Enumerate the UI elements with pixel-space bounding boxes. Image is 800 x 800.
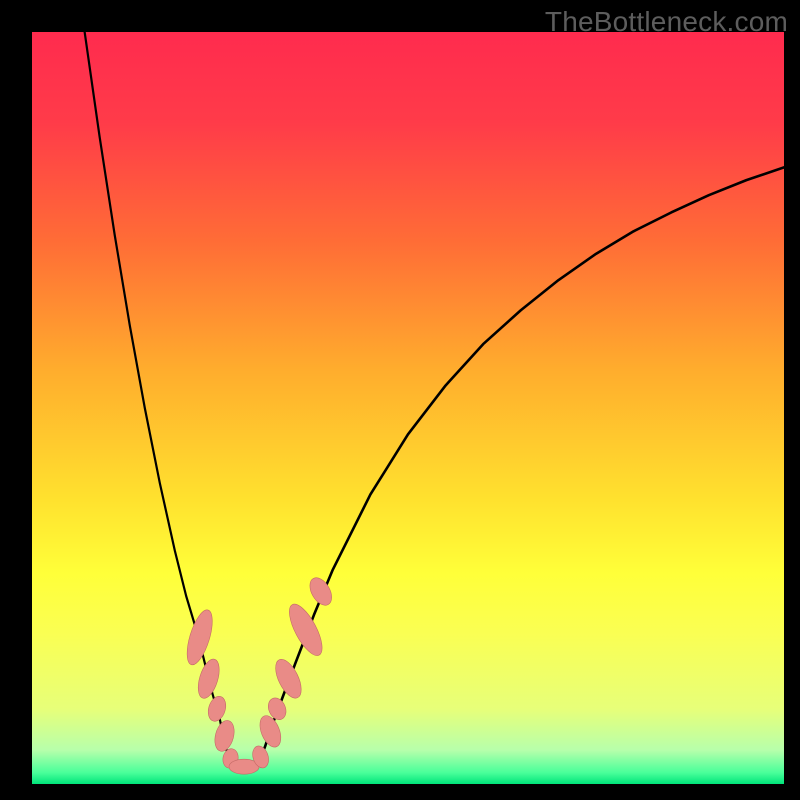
chart-frame: TheBottleneck.com: [0, 0, 800, 800]
chart-svg: [32, 32, 784, 784]
plot-area: [32, 32, 784, 784]
watermark-text: TheBottleneck.com: [545, 6, 788, 38]
